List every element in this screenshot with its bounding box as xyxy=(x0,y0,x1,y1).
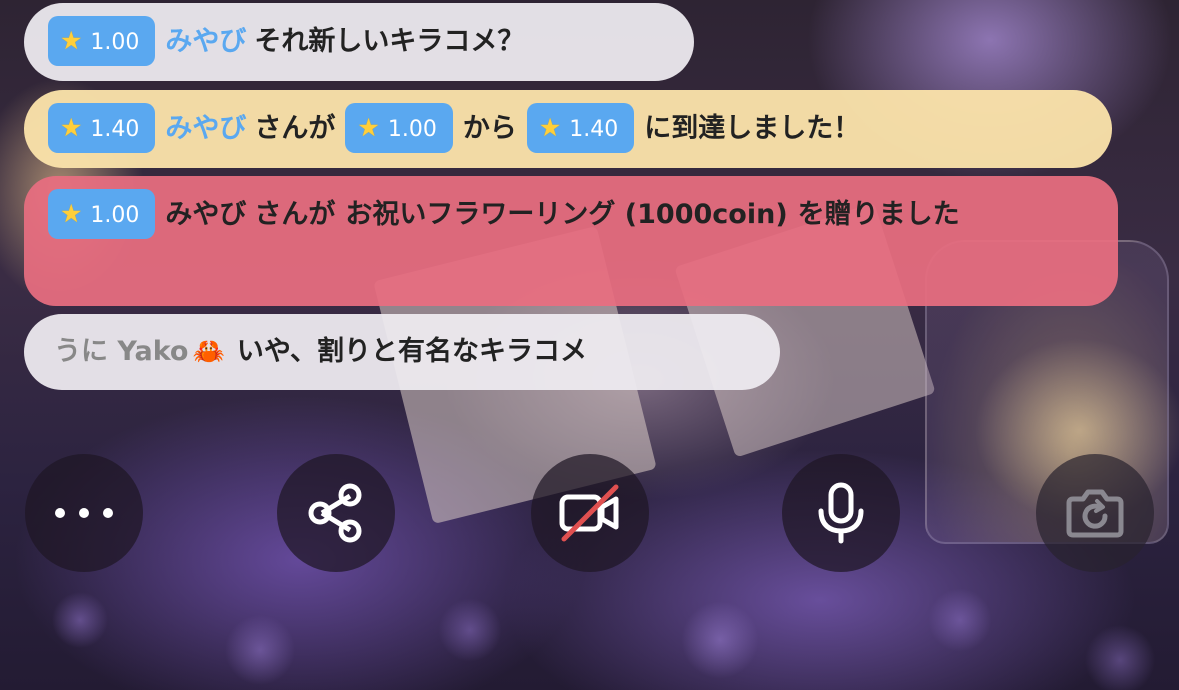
more-icon xyxy=(52,505,116,521)
star-icon: ★ xyxy=(538,112,562,142)
level-to-badge: ★ 1.40 xyxy=(526,102,635,153)
comment-username[interactable]: みやび xyxy=(165,26,246,57)
star-icon: ★ xyxy=(60,198,83,228)
gift-text: を贈りました xyxy=(797,199,960,230)
level-badge: ★ 1.40 xyxy=(48,102,156,153)
video-off-icon xyxy=(558,483,622,543)
comment-username[interactable]: うに Yako xyxy=(54,336,188,367)
gift-text: さんが xyxy=(254,199,336,230)
level-up-notice: ★ 1.40 みやび さんが ★ 1.00 から ★ 1.40 に到達しました！ xyxy=(24,90,1112,168)
notice-text: から xyxy=(462,113,517,144)
notice-text: に到達しました！ xyxy=(644,113,861,144)
more-button[interactable] xyxy=(25,454,143,572)
chat-comment: ★ 1.00 みやび それ新しいキラコメ？ xyxy=(24,3,694,81)
background-flowers xyxy=(0,560,1179,690)
live-stream-view: ★ 1.00 みやび それ新しいキラコメ？ ★ 1.40 みやび さんが ★ 1.00 から ★ 1.… xyxy=(0,0,1179,690)
level-from-badge: ★ 1.00 xyxy=(345,102,453,153)
microphone-button[interactable] xyxy=(782,454,900,572)
star-icon: ★ xyxy=(60,25,83,55)
camera-flip-button[interactable] xyxy=(1036,454,1154,572)
crab-emoji-icon: 🦀 xyxy=(192,337,225,367)
comment-text: いや、割りと有名なキラコメ xyxy=(236,336,588,367)
gift-name: お祝いフラワーリング (1000coin) xyxy=(345,199,788,230)
comment-text: それ新しいキラコメ？ xyxy=(254,26,525,57)
share-button[interactable] xyxy=(277,454,395,572)
star-icon: ★ xyxy=(60,112,83,142)
star-icon: ★ xyxy=(357,112,380,142)
gift-username[interactable]: みやび xyxy=(165,199,246,230)
notice-text: さんが xyxy=(254,113,336,144)
gift-notice: ★ 1.00 みやび さんが お祝いフラワーリング (1000coin) を贈りました xyxy=(24,176,1118,306)
notice-username[interactable]: みやび xyxy=(165,113,246,144)
camera-flip-icon xyxy=(1063,483,1127,543)
share-icon xyxy=(304,481,368,545)
level-badge: ★ 1.00 xyxy=(48,188,156,239)
video-toggle-button[interactable] xyxy=(531,454,649,572)
level-badge: ★ 1.00 xyxy=(48,15,156,66)
chat-comment: うに Yako 🦀 いや、割りと有名なキラコメ xyxy=(24,314,780,390)
microphone-icon xyxy=(813,481,869,545)
